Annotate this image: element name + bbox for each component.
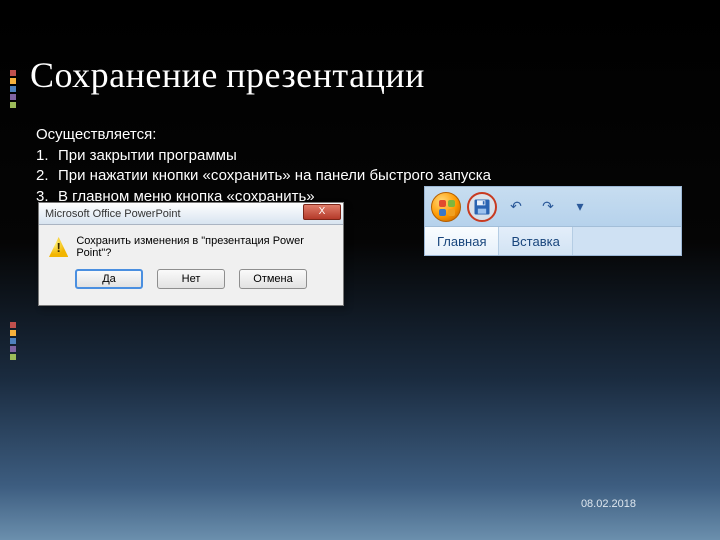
intro-text: Осуществляется: — [36, 126, 156, 143]
numbered-list: 1.При закрытии программы 2.При нажатии к… — [36, 146, 491, 207]
undo-icon[interactable]: ↶ — [503, 194, 529, 220]
save-confirm-dialog: Microsoft Office PowerPoint X ! Сохранит… — [38, 202, 344, 306]
no-button[interactable]: Нет — [157, 269, 225, 289]
tab-home[interactable]: Главная — [425, 227, 499, 255]
dialog-message: Сохранить изменения в "презентация Power… — [76, 235, 333, 259]
redo-icon[interactable]: ↷ — [535, 194, 561, 220]
yes-button[interactable]: Да — [75, 269, 143, 289]
list-item: 1.При закрытии программы — [36, 146, 491, 166]
tab-insert[interactable]: Вставка — [499, 227, 572, 255]
footer-date: 08.02.2018 — [581, 498, 636, 510]
office-orb-button[interactable] — [431, 192, 461, 222]
close-button[interactable]: X — [303, 204, 341, 220]
dialog-appname: Microsoft Office PowerPoint — [45, 208, 181, 220]
save-icon[interactable] — [467, 192, 497, 222]
list-item: 2.При нажатии кнопки «сохранить» на пане… — [36, 166, 491, 186]
slide-title: Сохранение презентации — [30, 54, 425, 96]
ribbon-quick-access: ↶ ↷ ▾ Главная Вставка — [424, 186, 682, 256]
qat-dropdown-icon[interactable]: ▾ — [567, 194, 593, 220]
cancel-button[interactable]: Отмена — [239, 269, 307, 289]
dialog-titlebar: Microsoft Office PowerPoint X — [39, 203, 343, 225]
warning-icon: ! — [49, 237, 68, 257]
